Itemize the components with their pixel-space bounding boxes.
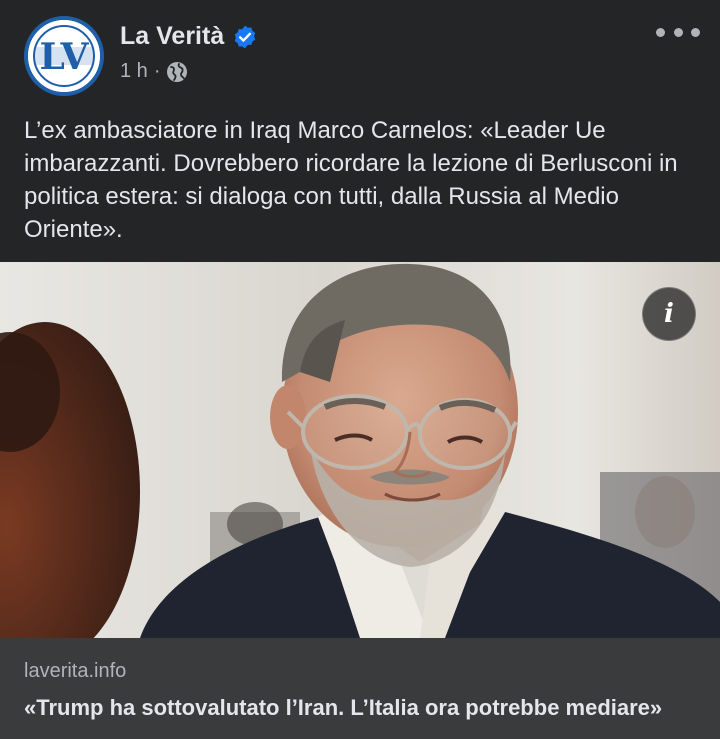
page-name-row: La Verità: [120, 22, 258, 51]
post-photo[interactable]: [0, 262, 720, 638]
facebook-post: LV La Verità 1 h · L’ex ambasciatore in …: [0, 0, 720, 739]
verified-badge-icon: [232, 24, 258, 50]
page-avatar[interactable]: LV: [24, 16, 104, 96]
meta-separator: ·: [153, 60, 161, 82]
more-horizontal-icon-dot: [691, 27, 700, 37]
post-text: L’ex ambasciatore in Iraq Marco Carnelos…: [24, 117, 678, 243]
post-meta: 1 h ·: [120, 60, 188, 83]
more-options-button[interactable]: [656, 18, 700, 46]
link-preview-card[interactable]: laverita.info «Trump ha sottovalutato l’…: [0, 638, 720, 739]
avatar-logo-text: LV: [40, 36, 90, 78]
page-name[interactable]: La Verità: [120, 22, 224, 51]
more-horizontal-icon-dot: [656, 27, 665, 37]
link-title[interactable]: «Trump ha sottovalutato l’Iran. L’Italia…: [24, 695, 662, 721]
link-domain: laverita.info: [24, 660, 127, 682]
post-timestamp[interactable]: 1 h: [120, 60, 148, 83]
post-header: LV La Verità 1 h ·: [0, 0, 720, 110]
globe-icon[interactable]: [166, 61, 188, 83]
more-horizontal-icon-dot: [673, 27, 683, 37]
info-button[interactable]: i: [642, 287, 696, 341]
